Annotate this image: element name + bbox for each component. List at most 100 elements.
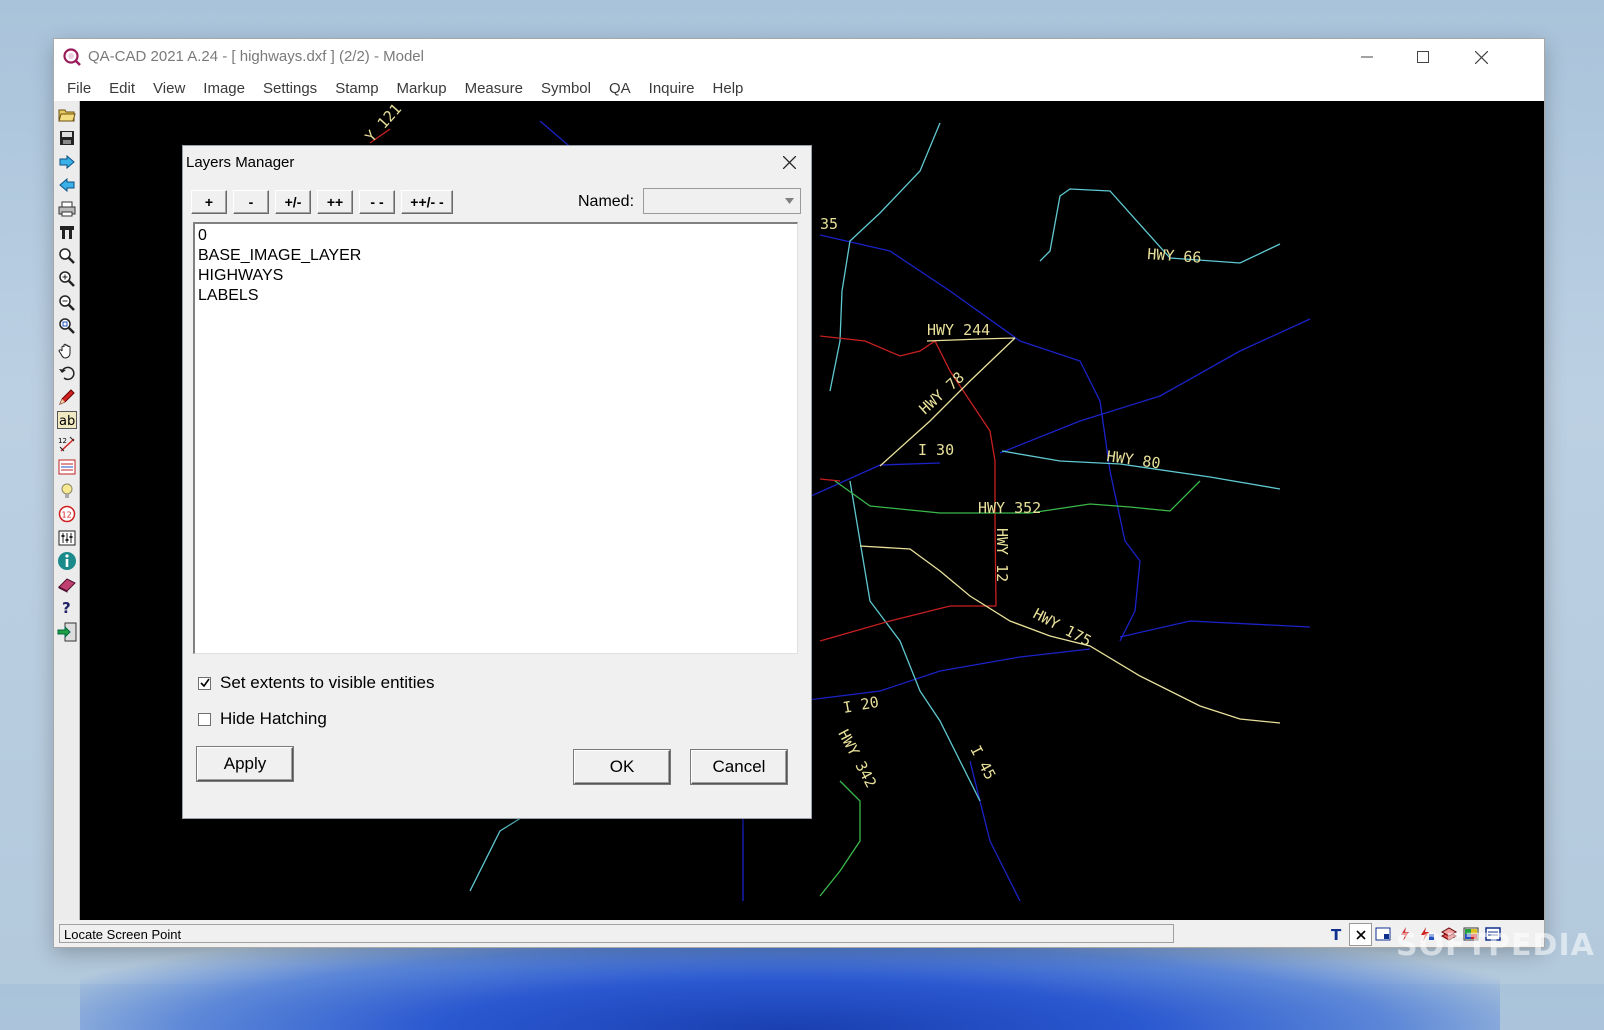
zoom-out-icon — [59, 295, 75, 311]
hide-hatching-checkbox[interactable] — [198, 712, 211, 726]
close-icon — [1474, 50, 1488, 64]
counter-tool[interactable]: 12 — [56, 503, 78, 525]
hide-hatching-label: Hide Hatching — [220, 709, 327, 728]
open-icon — [58, 109, 76, 122]
menu-help[interactable]: Help — [704, 80, 753, 97]
svg-text:12: 12 — [62, 511, 72, 520]
properties-tool[interactable] — [56, 527, 78, 549]
close-icon — [782, 155, 796, 169]
layer-list[interactable]: 0 BASE_IMAGE_LAYER HIGHWAYS LABELS — [193, 222, 798, 654]
list-item[interactable]: 0 — [198, 226, 794, 246]
help-icon: ? — [62, 599, 71, 617]
tool-icon — [60, 226, 74, 239]
road-line — [819, 478, 841, 482]
list-item[interactable]: HIGHWAYS — [198, 266, 794, 286]
road-line — [819, 780, 861, 897]
back-tool[interactable] — [56, 174, 78, 196]
label-hwy175: HWY 175 — [1030, 605, 1094, 651]
minimize-button[interactable] — [1338, 39, 1396, 75]
exit-tool[interactable] — [56, 621, 78, 643]
svg-text:ab: ab — [59, 414, 75, 429]
save-icon — [60, 131, 74, 145]
menu-image[interactable]: Image — [194, 80, 254, 97]
book-tool[interactable] — [56, 574, 78, 596]
set-extents-checkbox[interactable] — [198, 676, 211, 690]
dimension-tool[interactable]: 12 — [56, 433, 78, 455]
road-line — [799, 462, 941, 502]
dialog-close-button[interactable] — [771, 148, 807, 176]
layer-off-button[interactable]: - — [233, 190, 269, 214]
menu-measure[interactable]: Measure — [456, 80, 532, 97]
status-prompt: Locate Screen Point — [59, 924, 1174, 943]
tool-tool[interactable] — [56, 221, 78, 243]
set-extents-row[interactable]: Set extents to visible entities — [198, 673, 435, 693]
cancel-button[interactable]: Cancel — [691, 750, 787, 784]
all-off-button[interactable]: - - — [359, 190, 395, 214]
menu-file[interactable]: File — [58, 80, 100, 97]
title-bar: QA-CAD 2021 A.24 - [ highways.dxf ] (2/2… — [54, 39, 1544, 75]
close-small-icon — [1355, 929, 1366, 940]
zoom-in-tool[interactable] — [56, 268, 78, 290]
zoom-icon — [59, 248, 75, 264]
text-toggle-button[interactable]: T — [1326, 923, 1347, 944]
text-tool[interactable]: ab — [56, 409, 78, 431]
undo-tool[interactable] — [56, 362, 78, 384]
apply-button[interactable]: Apply — [197, 747, 293, 781]
menu-qa[interactable]: QA — [600, 80, 640, 97]
layer-tool[interactable] — [56, 456, 78, 478]
zoom-window-icon — [59, 318, 75, 334]
road-line — [829, 122, 941, 392]
list-item[interactable]: LABELS — [198, 286, 794, 306]
print-icon — [58, 201, 76, 217]
save-tool[interactable] — [56, 127, 78, 149]
zoom-in-icon — [59, 271, 75, 287]
hide-hatching-row[interactable]: Hide Hatching — [198, 709, 327, 729]
window-button[interactable] — [1372, 923, 1393, 944]
svg-text:T: T — [1331, 926, 1342, 942]
list-item[interactable]: BASE_IMAGE_LAYER — [198, 246, 794, 266]
info-icon — [58, 552, 76, 570]
label-i20: I 20 — [842, 693, 881, 717]
close-small-button[interactable] — [1349, 923, 1372, 946]
road-line — [1119, 620, 1311, 638]
road-line — [969, 760, 1021, 902]
menu-inquire[interactable]: Inquire — [640, 80, 704, 97]
menu-settings[interactable]: Settings — [254, 80, 326, 97]
forward-tool[interactable] — [56, 151, 78, 173]
zoom-out-tool[interactable] — [56, 292, 78, 314]
window-icon — [1375, 927, 1390, 940]
road-line — [819, 234, 1141, 642]
label-i35: 35 — [820, 215, 838, 233]
all-on-button[interactable]: ++ — [317, 190, 353, 214]
menu-stamp[interactable]: Stamp — [326, 80, 387, 97]
ok-button[interactable]: OK — [574, 750, 670, 784]
layer-icon — [58, 459, 76, 475]
pencil-tool[interactable] — [56, 386, 78, 408]
set-extents-label: Set extents to visible entities — [220, 673, 435, 692]
status-bar: Locate Screen Point T — [54, 920, 1544, 947]
layer-on-button[interactable]: + — [191, 190, 227, 214]
layer-toggle-button[interactable]: +/- — [275, 190, 311, 214]
named-dropdown[interactable] — [643, 188, 801, 214]
dropdown-arrow[interactable] — [779, 190, 799, 212]
label-hwy12: HWY 12 — [993, 528, 1011, 582]
label-i30: I 30 — [918, 441, 954, 459]
print-tool[interactable] — [56, 198, 78, 220]
close-window-button[interactable] — [1452, 39, 1510, 75]
menu-edit[interactable]: Edit — [100, 80, 144, 97]
info-tool[interactable] — [56, 550, 78, 572]
label-hwy80: HWY 80 — [1105, 447, 1161, 472]
menu-markup[interactable]: Markup — [388, 80, 456, 97]
pan-tool[interactable] — [56, 339, 78, 361]
help-tool[interactable]: ? — [56, 597, 78, 619]
all-toggle-button[interactable]: ++/- - — [401, 190, 453, 214]
open-tool[interactable] — [56, 104, 78, 126]
label-hwy342: HWY 342 — [834, 726, 880, 790]
bulb-tool[interactable] — [56, 480, 78, 502]
zoom-window-tool[interactable] — [56, 315, 78, 337]
menu-view[interactable]: View — [144, 80, 194, 97]
app-window: QA-CAD 2021 A.24 - [ highways.dxf ] (2/2… — [54, 39, 1544, 947]
zoom-tool[interactable] — [56, 245, 78, 267]
menu-symbol[interactable]: Symbol — [532, 80, 600, 97]
maximize-button[interactable] — [1394, 39, 1452, 75]
